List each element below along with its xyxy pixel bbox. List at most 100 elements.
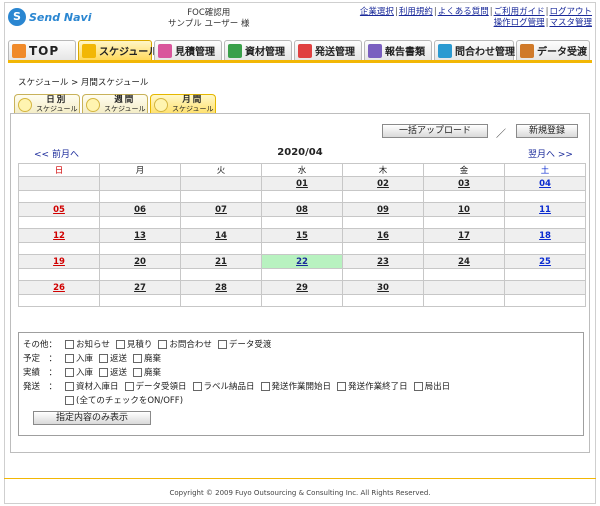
top-link[interactable]: マスタ管理	[549, 18, 592, 28]
filter-checkbox[interactable]: 発送作業終了日	[337, 380, 408, 392]
day-link[interactable]: 07	[215, 205, 227, 215]
day-events-cell[interactable]	[18, 268, 100, 281]
day-link[interactable]: 29	[296, 283, 308, 293]
tab-estimate[interactable]: 見積管理	[154, 40, 222, 60]
subtab-daily[interactable]: 日別 スケジュール	[14, 94, 80, 114]
checkbox-box[interactable]	[65, 353, 74, 363]
day-link[interactable]: 23	[377, 257, 389, 267]
tab-calendar[interactable]: スケジュール	[78, 40, 158, 60]
day-link[interactable]: 03	[458, 179, 470, 189]
day-events-cell[interactable]	[99, 216, 181, 229]
day-events-cell[interactable]	[504, 242, 586, 255]
day-events-cell[interactable]	[18, 216, 100, 229]
day-events-cell[interactable]	[504, 268, 586, 281]
day-events-cell[interactable]	[261, 242, 343, 255]
day-events-cell[interactable]	[423, 190, 505, 203]
filter-checkbox[interactable]: 返送	[99, 352, 127, 364]
checkbox-box[interactable]	[192, 381, 202, 391]
day-events-cell[interactable]	[423, 294, 505, 307]
filter-checkbox[interactable]: 廃棄	[133, 366, 161, 378]
filter-checkbox[interactable]: データ受領日	[124, 380, 187, 392]
filter-checkbox[interactable]: 入庫	[65, 366, 93, 378]
checkbox-box[interactable]	[99, 353, 109, 363]
checkbox-box[interactable]	[133, 353, 143, 363]
day-events-cell[interactable]	[423, 242, 505, 255]
day-link[interactable]: 15	[296, 231, 308, 241]
day-events-cell[interactable]	[504, 216, 586, 229]
day-events-cell[interactable]	[99, 268, 181, 281]
day-link[interactable]: 30	[377, 283, 389, 293]
filter-checkbox[interactable]: 発送作業開始日	[260, 380, 331, 392]
tab-material[interactable]: 資材管理	[224, 40, 292, 60]
day-link[interactable]: 21	[215, 257, 227, 267]
day-link[interactable]: 04	[539, 179, 551, 189]
checkbox-box[interactable]	[99, 367, 109, 377]
checkbox-box[interactable]	[124, 381, 134, 391]
top-link[interactable]: よくある質問	[438, 7, 489, 17]
tab-data[interactable]: データ受渡	[516, 40, 590, 60]
tab-house[interactable]: TOP	[8, 40, 76, 60]
top-link[interactable]: ご利用ガイド	[494, 7, 545, 17]
day-link[interactable]: 24	[458, 257, 470, 267]
day-events-cell[interactable]	[180, 242, 262, 255]
checkbox-box[interactable]	[65, 367, 74, 377]
day-link[interactable]: 06	[134, 205, 146, 215]
tab-document[interactable]: 報告書類	[364, 40, 432, 60]
day-link[interactable]: 22	[296, 257, 308, 267]
day-link[interactable]: 02	[377, 179, 389, 189]
filter-checkbox[interactable]: 廃棄	[133, 352, 161, 364]
filter-checkbox[interactable]: 返送	[99, 366, 127, 378]
day-link[interactable]: 11	[539, 205, 551, 215]
checkbox-box[interactable]	[158, 339, 168, 349]
show-selected-button[interactable]: 指定内容のみ表示	[33, 411, 151, 425]
checkbox-box[interactable]	[65, 395, 74, 405]
tab-truck[interactable]: 発送管理	[294, 40, 362, 60]
day-events-cell[interactable]	[99, 242, 181, 255]
checkbox-box[interactable]	[413, 381, 423, 391]
day-events-cell[interactable]	[342, 294, 424, 307]
day-events-cell[interactable]	[99, 294, 181, 307]
day-events-cell[interactable]	[423, 268, 505, 281]
day-link[interactable]: 20	[134, 257, 146, 267]
day-link[interactable]: 08	[296, 205, 308, 215]
day-events-cell[interactable]	[180, 190, 262, 203]
day-events-cell[interactable]	[180, 216, 262, 229]
day-events-cell[interactable]	[261, 294, 343, 307]
toggle-all-checkbox[interactable]: (全てのチェックをON/OFF)	[65, 394, 183, 406]
day-events-cell[interactable]	[342, 268, 424, 281]
subtab-weekly[interactable]: 週間 スケジュール	[82, 94, 148, 114]
checkbox-box[interactable]	[337, 381, 347, 391]
top-link[interactable]: 利用規約	[399, 7, 433, 17]
day-link[interactable]: 01	[296, 179, 308, 189]
day-link[interactable]: 19	[53, 257, 65, 267]
tab-inquiry[interactable]: 問合わせ管理	[434, 40, 515, 60]
day-events-cell[interactable]	[342, 242, 424, 255]
filter-checkbox[interactable]: お問合わせ	[158, 338, 212, 350]
day-events-cell[interactable]	[423, 216, 505, 229]
day-events-cell[interactable]	[18, 294, 100, 307]
bulk-upload-button[interactable]: 一括アップロード	[382, 124, 488, 138]
filter-checkbox[interactable]: 資材入庫日	[65, 380, 119, 392]
checkbox-box[interactable]	[133, 367, 143, 377]
checkbox-box[interactable]	[65, 381, 74, 391]
day-link[interactable]: 28	[215, 283, 227, 293]
top-link[interactable]: ログアウト	[549, 7, 592, 17]
day-events-cell[interactable]	[18, 190, 100, 203]
filter-checkbox[interactable]: 見積り	[115, 338, 152, 350]
filter-checkbox[interactable]: ラベル納品日	[192, 380, 255, 392]
filter-checkbox[interactable]: お知らせ	[65, 338, 110, 350]
day-link[interactable]: 25	[539, 257, 551, 267]
checkbox-box[interactable]	[217, 339, 227, 349]
day-link[interactable]: 26	[53, 283, 65, 293]
day-link[interactable]: 17	[458, 231, 470, 241]
day-link[interactable]: 09	[377, 205, 389, 215]
day-events-cell[interactable]	[261, 268, 343, 281]
day-events-cell[interactable]	[180, 268, 262, 281]
day-link[interactable]: 12	[53, 231, 65, 241]
checkbox-box[interactable]	[115, 339, 125, 349]
day-link[interactable]: 13	[134, 231, 146, 241]
day-link[interactable]: 16	[377, 231, 389, 241]
day-events-cell[interactable]	[180, 294, 262, 307]
day-events-cell[interactable]	[504, 190, 586, 203]
day-events-cell[interactable]	[342, 190, 424, 203]
